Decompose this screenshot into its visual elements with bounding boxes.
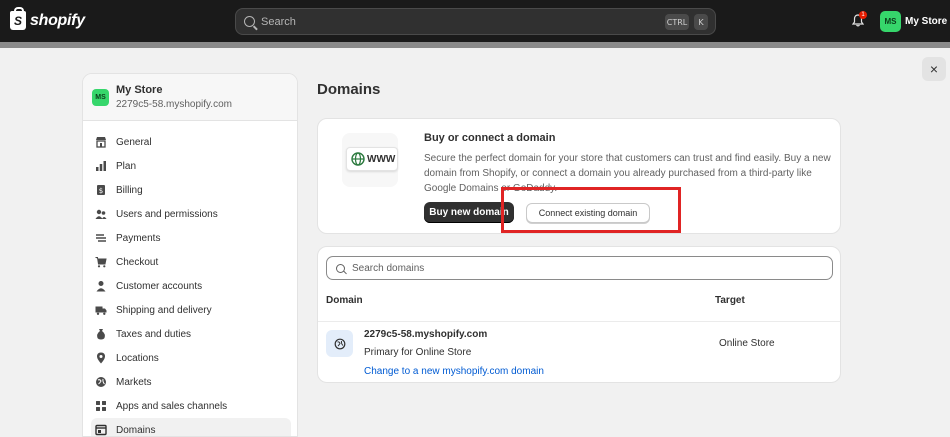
store-name: My Store — [116, 84, 163, 96]
search-domains-input[interactable]: Search domains — [326, 256, 833, 280]
search-domains-placeholder: Search domains — [352, 262, 425, 274]
sidebar-item-payments[interactable]: Payments — [83, 226, 297, 250]
change-myshopify-domain-link[interactable]: Change to a new myshopify.com domain — [364, 366, 544, 377]
search-icon — [244, 16, 255, 27]
sidebar-item-apps[interactable]: Apps and sales channels — [83, 394, 297, 418]
plan-icon — [95, 160, 107, 172]
store-url: 2279c5-58.myshopify.com — [116, 99, 232, 110]
avatar[interactable]: MS — [880, 11, 901, 32]
store-header[interactable]: MS My Store 2279c5-58.myshopify.com — [83, 74, 297, 121]
svg-text:$: $ — [99, 187, 103, 195]
search-icon — [336, 263, 345, 273]
domains-list-card: Search domains Domain Target 2279c5-58.m… — [317, 246, 841, 383]
truck-icon — [95, 304, 107, 316]
top-bar: S shopify Search CTRL K 1 MS My Store — [0, 0, 950, 44]
globe-icon — [334, 338, 345, 349]
column-header-target: Target — [715, 295, 745, 306]
sidebar-item-label: Domains — [116, 424, 156, 436]
sidebar-item-locations[interactable]: Locations — [83, 346, 297, 370]
person-icon — [95, 280, 107, 292]
sidebar-item-taxes[interactable]: Taxes and duties — [83, 322, 297, 346]
location-icon — [95, 352, 107, 364]
globe-icon — [95, 376, 107, 388]
sidebar-item-billing[interactable]: $ Billing — [83, 178, 297, 202]
sidebar-item-label: Plan — [116, 160, 137, 172]
shopify-bag-icon: S — [10, 7, 26, 30]
sidebar-item-label: General — [116, 136, 152, 148]
domain-globe-tile — [326, 330, 353, 357]
shortcut-k-key: K — [694, 14, 708, 30]
sidebar-item-label: Payments — [116, 232, 161, 244]
sidebar-item-shipping[interactable]: Shipping and delivery — [83, 298, 297, 322]
store-menu-name[interactable]: My Store — [905, 16, 947, 27]
users-icon — [95, 208, 107, 220]
global-search-input[interactable]: Search CTRL K — [235, 8, 716, 35]
sidebar-item-label: Users and permissions — [116, 208, 218, 220]
shortcut-ctrl-key: CTRL — [665, 14, 689, 30]
settings-nav: General Plan $ Billing Users and permiss… — [83, 130, 297, 436]
sidebar-item-label: Customer accounts — [116, 280, 203, 292]
highlight-box — [501, 187, 681, 233]
cart-icon — [95, 256, 107, 268]
close-button[interactable]: × — [922, 57, 946, 81]
store-avatar: MS — [92, 89, 109, 106]
table-divider — [318, 321, 840, 322]
sidebar-item-general[interactable]: General — [83, 130, 297, 154]
www-illustration: WWW — [342, 133, 398, 187]
domain-subtitle: Primary for Online Store — [364, 347, 472, 358]
store-icon — [95, 136, 107, 148]
sidebar-item-label: Billing — [116, 184, 143, 196]
www-label: WWW — [367, 153, 396, 165]
sidebar-item-label: Locations — [116, 352, 159, 364]
shopify-logo[interactable]: S shopify — [10, 7, 85, 30]
payments-icon — [95, 232, 107, 244]
page-title: Domains — [317, 81, 381, 98]
close-icon: × — [929, 61, 939, 77]
settings-sidebar: MS My Store 2279c5-58.myshopify.com Gene… — [82, 73, 298, 437]
notification-badge: 1 — [859, 11, 867, 19]
column-header-domain: Domain — [326, 295, 363, 306]
apps-icon — [95, 400, 107, 412]
sidebar-item-label: Taxes and duties — [116, 328, 192, 340]
sidebar-item-users[interactable]: Users and permissions — [83, 202, 297, 226]
search-placeholder: Search — [261, 15, 296, 28]
domain-name[interactable]: 2279c5-58.myshopify.com — [364, 329, 487, 340]
domains-icon — [95, 424, 107, 436]
sidebar-item-label: Checkout — [116, 256, 159, 268]
sidebar-item-label: Shipping and delivery — [116, 304, 212, 316]
sidebar-item-domains[interactable]: Domains — [91, 418, 291, 436]
tax-icon — [95, 328, 107, 340]
brand-name: shopify — [30, 11, 85, 29]
sidebar-item-label: Markets — [116, 376, 152, 388]
card-title: Buy or connect a domain — [424, 132, 556, 144]
sidebar-item-customer-accounts[interactable]: Customer accounts — [83, 274, 297, 298]
sidebar-item-checkout[interactable]: Checkout — [83, 250, 297, 274]
globe-icon — [351, 152, 365, 166]
sidebar-item-plan[interactable]: Plan — [83, 154, 297, 178]
billing-icon: $ — [95, 184, 107, 196]
domain-target: Online Store — [719, 338, 775, 349]
sidebar-item-markets[interactable]: Markets — [83, 370, 297, 394]
topbar-divider — [0, 42, 950, 48]
sidebar-item-label: Apps and sales channels — [116, 400, 228, 412]
